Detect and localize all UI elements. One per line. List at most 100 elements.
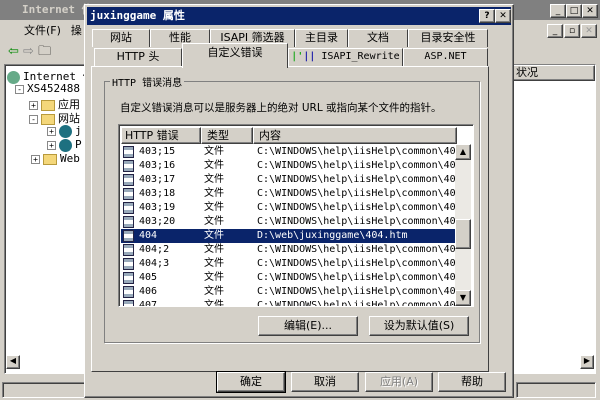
status-bar-right [516, 382, 596, 398]
tab-http-headers[interactable]: HTTP 头 [94, 48, 182, 66]
error-list-row[interactable]: 404 文件 D:\web\juxinggame\404.htm [121, 229, 455, 243]
cancel-button[interactable]: 取消 [291, 372, 359, 392]
ok-button[interactable]: 确定 [216, 371, 286, 393]
error-content: C:\WINDOWS\help\iisHelp\common\404b.htm [257, 258, 455, 269]
column-header-code[interactable]: HTTP 错误 [121, 127, 201, 144]
column-header-type[interactable]: 类型 [201, 127, 253, 144]
error-list-row[interactable]: 404;2 文件 C:\WINDOWS\help\iisHelp\common\40… [121, 243, 455, 257]
menu-action[interactable]: 操 [71, 24, 82, 37]
error-list-row[interactable]: 403;17 文件 C:\WINDOWS\help\iisHelp\common\4… [121, 173, 455, 187]
child-close-button[interactable]: ✕ [581, 24, 597, 38]
error-code: 403;20 [139, 216, 176, 227]
child-restore-button[interactable]: ▫ [564, 24, 580, 38]
error-content: C:\WINDOWS\help\iisHelp\common\406.htm [257, 286, 455, 297]
error-list-row[interactable]: 403;19 文件 C:\WINDOWS\help\iisHelp\common\4… [121, 201, 455, 215]
description-text: 自定义错误消息可以是服务器上的绝对 URL 或指向某个文件的指针。 [120, 102, 442, 114]
error-type: 文件 [204, 188, 224, 199]
error-content: C:\WINDOWS\help\iisHelp\common\403-... [257, 160, 455, 171]
error-content: C:\WINDOWS\help\iisHelp\common\403-... [257, 146, 455, 157]
menu-file[interactable]: 文件(F) [24, 24, 61, 37]
error-content: C:\WINDOWS\help\iisHelp\common\404b.htm [257, 244, 455, 255]
error-list-row[interactable]: 407 文件 C:\WINDOWS\help\iisHelp\common\407.… [121, 299, 455, 306]
error-code: 403;18 [139, 188, 176, 199]
error-list-row[interactable]: 403;20 文件 C:\WINDOWS\help\iisHelp\common\4… [121, 215, 455, 229]
close-button[interactable]: ✕ [582, 4, 598, 18]
website-icon [59, 124, 72, 138]
help-dialog-button[interactable]: 帮助 [438, 372, 506, 392]
error-type: 文件 [204, 244, 224, 255]
scroll-up-button[interactable]: ▲ [455, 144, 471, 160]
column-header-status[interactable]: 状况 [513, 65, 595, 81]
set-default-button[interactable]: 设为默认值(S) [369, 316, 469, 336]
error-content: C:\WINDOWS\help\iisHelp\common\405.htm [257, 272, 455, 283]
error-code: 404;3 [139, 258, 170, 269]
status-bar-left [2, 382, 88, 398]
error-content: C:\WINDOWS\help\iisHelp\common\403-... [257, 174, 455, 185]
error-type: 文件 [204, 160, 224, 171]
tab-documents[interactable]: 文档 [348, 29, 408, 47]
error-list-row[interactable]: 404;3 文件 C:\WINDOWS\help\iisHelp\common\40… [121, 257, 455, 271]
error-code: 403;17 [139, 174, 176, 185]
tab-directory-security[interactable]: 目录安全性 [408, 29, 488, 47]
error-list-row[interactable]: 405 文件 C:\WINDOWS\help\iisHelp\common\405.… [121, 271, 455, 285]
error-type: 文件 [204, 202, 224, 213]
maximize-button[interactable]: □ [566, 4, 582, 18]
scroll-down-button[interactable]: ▼ [455, 290, 471, 306]
tree-pane: Internet 信 - XS452488 + 应用 - 网站 + j + P + Web … [4, 64, 94, 374]
tree-hscroll-left[interactable]: ◀ [6, 355, 20, 369]
error-list-row[interactable]: 403;16 文件 C:\WINDOWS\help\iisHelp\common\4… [121, 159, 455, 173]
isapi-rewrite-icon: |' [291, 51, 304, 62]
right-hscroll-right[interactable]: ▶ [580, 355, 594, 369]
list-vscrollbar[interactable]: ▲ ▼ [455, 144, 471, 306]
error-code: 406 [139, 286, 158, 297]
edit-button[interactable]: 编辑(E)... [258, 316, 358, 336]
error-type: 文件 [204, 230, 224, 241]
error-list-row[interactable]: 403;18 文件 C:\WINDOWS\help\iisHelp\common\4… [121, 187, 455, 201]
error-content: C:\WINDOWS\help\iisHelp\common\403.htm [257, 188, 455, 199]
back-icon[interactable]: ⇦ [8, 44, 19, 59]
document-icon [123, 230, 134, 242]
error-type: 文件 [204, 258, 224, 269]
toolbar: ⇦ ⇨ 🗀 [0, 42, 90, 62]
tab-home-directory[interactable]: 主目录 [295, 29, 348, 47]
error-type: 文件 [204, 174, 224, 185]
help-button[interactable]: ? [479, 9, 495, 23]
tab-website[interactable]: 网站 [92, 29, 150, 47]
up-folder-icon[interactable]: 🗀 [38, 44, 51, 59]
right-pane: 状况 ▶ [512, 64, 596, 374]
tab-custom-errors[interactable]: 自定义错误 [182, 43, 288, 68]
error-list-row[interactable]: 406 文件 C:\WINDOWS\help\iisHelp\common\406.… [121, 285, 455, 299]
website-icon [59, 138, 72, 152]
folder-icon [43, 153, 57, 165]
error-content: D:\web\juxinggame\404.htm [257, 230, 408, 241]
minimize-button[interactable]: _ [550, 4, 566, 18]
error-type: 文件 [204, 286, 224, 297]
error-code: 404;2 [139, 244, 170, 255]
document-icon [123, 300, 134, 306]
error-list[interactable]: HTTP 错误 类型 内容 403;15 文件 C:\WINDOWS\help\ii… [118, 124, 474, 307]
dialog-close-button[interactable]: ✕ [495, 9, 511, 23]
document-icon [123, 286, 134, 298]
error-type: 文件 [204, 146, 224, 157]
apply-button[interactable]: 应用(A) [365, 372, 433, 392]
tab-aspnet[interactable]: ASP.NET [403, 48, 488, 66]
error-content: C:\WINDOWS\help\iisHelp\common\403.htm [257, 202, 455, 213]
dialog-title: juxinggame 属性 [90, 9, 185, 22]
column-header-content[interactable]: 内容 [253, 127, 457, 144]
tree-item-site-j[interactable]: + j [47, 124, 82, 138]
tree-item-site-p[interactable]: + P [47, 138, 82, 152]
child-minimize-button[interactable]: _ [547, 24, 563, 38]
scroll-thumb[interactable] [455, 219, 471, 249]
document-icon [123, 216, 134, 228]
document-icon [123, 174, 134, 186]
document-icon [123, 258, 134, 270]
tree-item-server[interactable]: - XS452488 [15, 82, 80, 95]
tab-isapi-rewrite[interactable]: |'|| ISAPI_Rewrite [288, 48, 403, 66]
document-icon [123, 160, 134, 172]
forward-icon[interactable]: ⇨ [23, 44, 34, 59]
error-type: 文件 [204, 216, 224, 227]
error-list-row[interactable]: 403;15 文件 C:\WINDOWS\help\iisHelp\common\4… [121, 145, 455, 159]
group-title: HTTP 错误消息 [110, 74, 185, 89]
document-icon [123, 146, 134, 158]
error-code: 403;16 [139, 160, 176, 171]
